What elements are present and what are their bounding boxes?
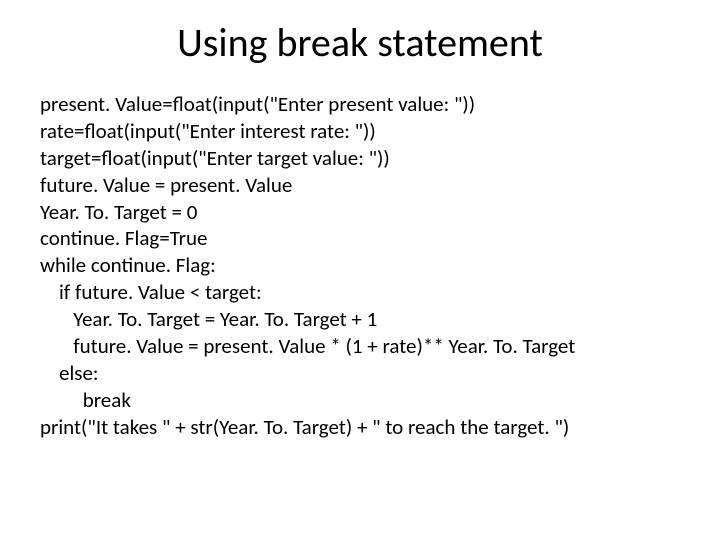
code-line: if future. Value < target: — [40, 279, 680, 306]
code-line: rate=float(input("Enter interest rate: "… — [40, 118, 680, 145]
code-line: present. Value=float(input("Enter presen… — [40, 91, 680, 118]
code-line: break — [40, 387, 680, 414]
code-line: target=float(input("Enter target value: … — [40, 145, 680, 172]
slide-title: Using break statement — [90, 18, 630, 67]
code-line: future. Value = present. Value * (1 + ra… — [40, 333, 680, 360]
code-line: print("It takes " + str(Year. To. Target… — [40, 414, 680, 441]
code-line: continue. Flag=True — [40, 225, 680, 252]
code-line: Year. To. Target = 0 — [40, 199, 680, 226]
slide-container: Using break statement present. Value=flo… — [0, 0, 720, 540]
code-line: Year. To. Target = Year. To. Target + 1 — [40, 306, 680, 333]
code-block: present. Value=float(input("Enter presen… — [40, 91, 680, 440]
code-line: while continue. Flag: — [40, 252, 680, 279]
code-line: future. Value = present. Value — [40, 172, 680, 199]
code-line: else: — [40, 360, 680, 387]
